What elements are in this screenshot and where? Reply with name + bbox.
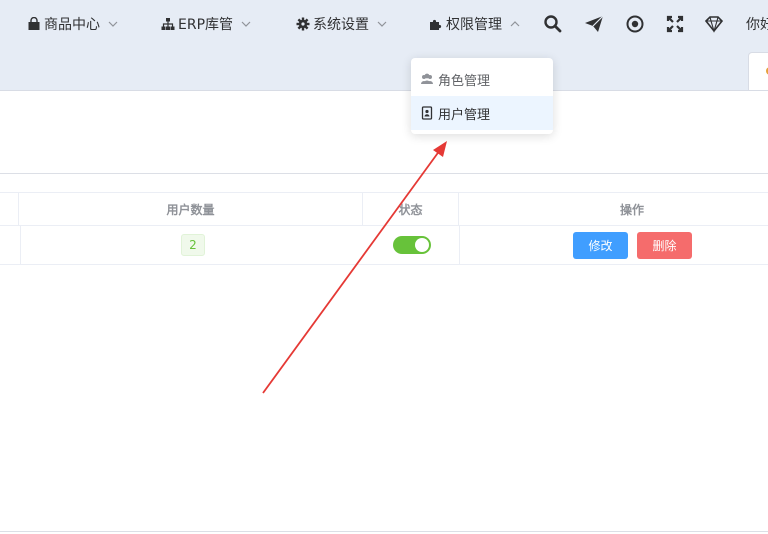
dropdown-item-role-management[interactable]: 角色管理 <box>411 62 553 96</box>
users-icon <box>421 73 433 84</box>
permissions-dropdown: 角色管理 用户管理 <box>411 58 553 134</box>
dropdown-item-label: 用户管理 <box>438 107 491 123</box>
address-card-icon <box>421 106 433 120</box>
dropdown-item-label: 角色管理 <box>438 73 491 89</box>
annotation-arrow <box>262 141 447 394</box>
dropdown-item-user-management[interactable]: 用户管理 <box>411 96 553 130</box>
